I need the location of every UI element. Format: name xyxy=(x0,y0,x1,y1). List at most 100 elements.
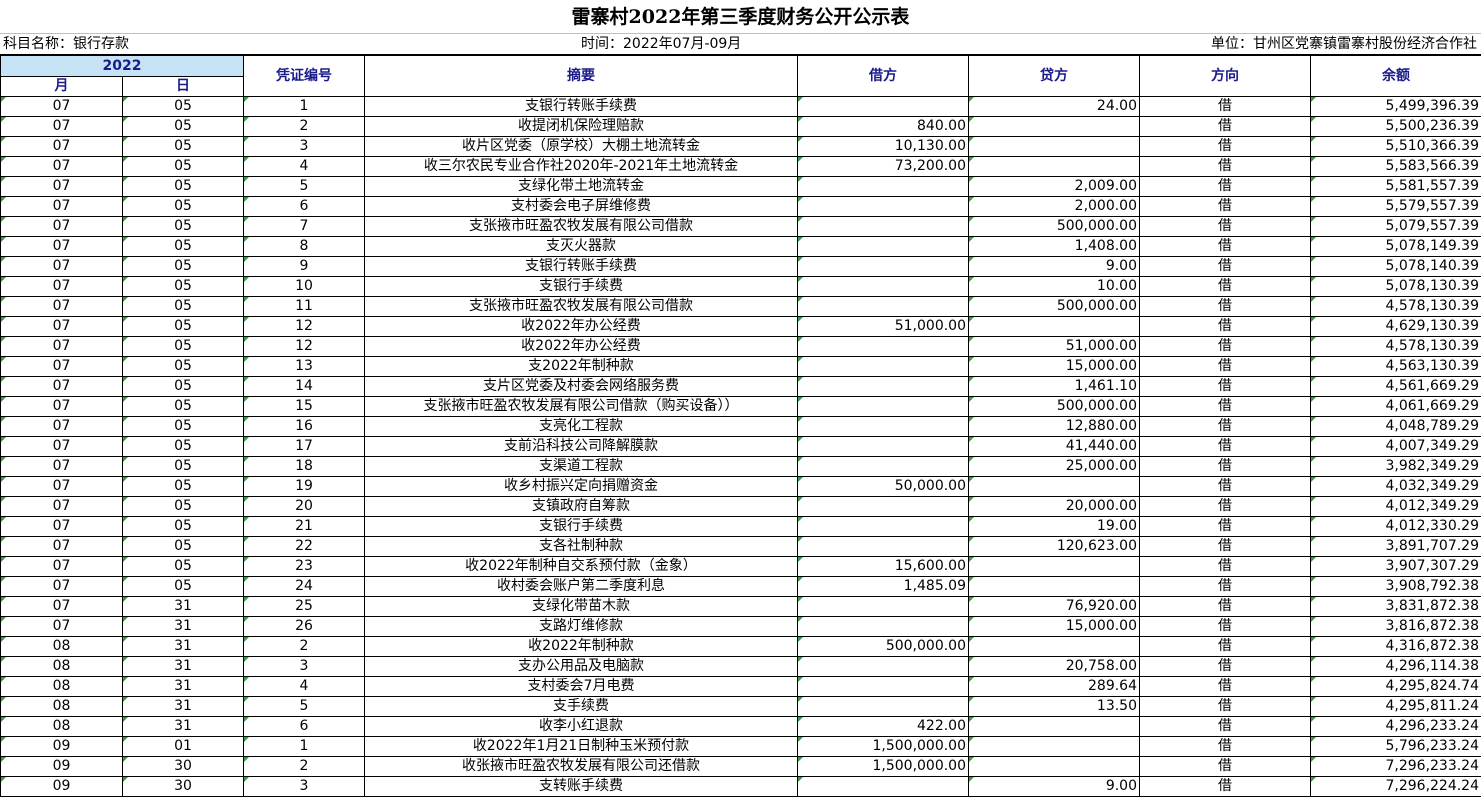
cell-month[interactable]: 07 xyxy=(0,376,123,397)
cell-debit[interactable] xyxy=(797,496,969,517)
cell-voucher[interactable]: 14 xyxy=(243,376,365,397)
cell-month[interactable]: 07 xyxy=(0,596,123,617)
cell-balance[interactable]: 4,296,114.38 xyxy=(1310,656,1481,677)
cell-credit[interactable] xyxy=(968,136,1140,157)
cell-day[interactable]: 05 xyxy=(122,136,244,157)
cell-month[interactable]: 09 xyxy=(0,736,123,757)
cell-day[interactable]: 05 xyxy=(122,296,244,317)
cell-direction[interactable]: 借 xyxy=(1139,436,1311,457)
cell-direction[interactable]: 借 xyxy=(1139,316,1311,337)
cell-summary[interactable]: 支灭火器款 xyxy=(364,236,798,257)
cell-day[interactable]: 31 xyxy=(122,656,244,677)
cell-month[interactable]: 08 xyxy=(0,656,123,677)
cell-month[interactable]: 07 xyxy=(0,276,123,297)
cell-summary[interactable]: 收村委会账户第二季度利息 xyxy=(364,576,798,597)
cell-debit[interactable] xyxy=(797,296,969,317)
cell-debit[interactable] xyxy=(797,196,969,217)
cell-month[interactable]: 07 xyxy=(0,336,123,357)
cell-balance[interactable]: 3,908,792.38 xyxy=(1310,576,1481,597)
cell-balance[interactable]: 5,499,396.39 xyxy=(1310,96,1481,117)
cell-debit[interactable] xyxy=(797,676,969,697)
cell-voucher[interactable]: 10 xyxy=(243,276,365,297)
cell-balance[interactable]: 4,061,669.29 xyxy=(1310,396,1481,417)
cell-summary[interactable]: 支绿化带苗木款 xyxy=(364,596,798,617)
cell-month[interactable]: 07 xyxy=(0,616,123,637)
cell-day[interactable]: 05 xyxy=(122,376,244,397)
cell-day[interactable]: 05 xyxy=(122,456,244,477)
cell-day[interactable]: 05 xyxy=(122,416,244,437)
cell-summary[interactable]: 收片区党委（原学校）大棚土地流转金 xyxy=(364,136,798,157)
cell-day[interactable]: 31 xyxy=(122,696,244,717)
cell-direction[interactable]: 借 xyxy=(1139,236,1311,257)
cell-month[interactable]: 08 xyxy=(0,716,123,737)
cell-debit[interactable] xyxy=(797,696,969,717)
cell-summary[interactable]: 支村委会电子屏维修费 xyxy=(364,196,798,217)
cell-credit[interactable]: 9.00 xyxy=(968,776,1140,797)
header-voucher[interactable]: 凭证编号 xyxy=(243,55,365,97)
cell-balance[interactable]: 4,012,349.29 xyxy=(1310,496,1481,517)
cell-debit[interactable] xyxy=(797,336,969,357)
cell-direction[interactable]: 借 xyxy=(1139,196,1311,217)
cell-direction[interactable]: 借 xyxy=(1139,576,1311,597)
cell-direction[interactable]: 借 xyxy=(1139,276,1311,297)
cell-voucher[interactable]: 4 xyxy=(243,156,365,177)
cell-day[interactable]: 31 xyxy=(122,616,244,637)
cell-month[interactable]: 07 xyxy=(0,476,123,497)
cell-voucher[interactable]: 25 xyxy=(243,596,365,617)
cell-summary[interactable]: 支手续费 xyxy=(364,696,798,717)
cell-day[interactable]: 05 xyxy=(122,256,244,277)
cell-summary[interactable]: 支张掖市旺盈农牧发展有限公司借款 xyxy=(364,216,798,237)
cell-voucher[interactable]: 2 xyxy=(243,636,365,657)
cell-balance[interactable]: 5,581,557.39 xyxy=(1310,176,1481,197)
cell-balance[interactable]: 5,510,366.39 xyxy=(1310,136,1481,157)
cell-debit[interactable]: 500,000.00 xyxy=(797,636,969,657)
cell-debit[interactable] xyxy=(797,96,969,117)
cell-summary[interactable]: 收张掖市旺盈农牧发展有限公司还借款 xyxy=(364,756,798,777)
cell-day[interactable]: 05 xyxy=(122,196,244,217)
cell-summary[interactable]: 收李小红退款 xyxy=(364,716,798,737)
cell-direction[interactable]: 借 xyxy=(1139,456,1311,477)
cell-direction[interactable]: 借 xyxy=(1139,296,1311,317)
cell-direction[interactable]: 借 xyxy=(1139,676,1311,697)
cell-balance[interactable]: 5,078,149.39 xyxy=(1310,236,1481,257)
cell-voucher[interactable]: 3 xyxy=(243,776,365,797)
cell-summary[interactable]: 支张掖市旺盈农牧发展有限公司借款（购买设备）） xyxy=(364,396,798,417)
cell-balance[interactable]: 4,578,130.39 xyxy=(1310,296,1481,317)
cell-debit[interactable]: 51,000.00 xyxy=(797,316,969,337)
cell-credit[interactable]: 15,000.00 xyxy=(968,356,1140,377)
cell-balance[interactable]: 5,500,236.39 xyxy=(1310,116,1481,137)
cell-balance[interactable]: 5,078,140.39 xyxy=(1310,256,1481,277)
cell-voucher[interactable]: 2 xyxy=(243,756,365,777)
cell-day[interactable]: 05 xyxy=(122,516,244,537)
cell-credit[interactable]: 2,009.00 xyxy=(968,176,1140,197)
cell-summary[interactable]: 收2022年1月21日制种玉米预付款 xyxy=(364,736,798,757)
cell-summary[interactable]: 收2022年制种自交系预付款（金象） xyxy=(364,556,798,577)
cell-direction[interactable]: 借 xyxy=(1139,616,1311,637)
cell-voucher[interactable]: 9 xyxy=(243,256,365,277)
cell-summary[interactable]: 支银行手续费 xyxy=(364,516,798,537)
cell-day[interactable]: 05 xyxy=(122,96,244,117)
cell-direction[interactable]: 借 xyxy=(1139,96,1311,117)
cell-debit[interactable] xyxy=(797,216,969,237)
cell-direction[interactable]: 借 xyxy=(1139,696,1311,717)
cell-summary[interactable]: 支路灯维修款 xyxy=(364,616,798,637)
cell-credit[interactable]: 2,000.00 xyxy=(968,196,1140,217)
cell-voucher[interactable]: 6 xyxy=(243,716,365,737)
cell-balance[interactable]: 5,583,566.39 xyxy=(1310,156,1481,177)
cell-month[interactable]: 07 xyxy=(0,136,123,157)
cell-month[interactable]: 08 xyxy=(0,696,123,717)
cell-day[interactable]: 05 xyxy=(122,576,244,597)
cell-month[interactable]: 07 xyxy=(0,176,123,197)
cell-direction[interactable]: 借 xyxy=(1139,596,1311,617)
cell-balance[interactable]: 4,048,789.29 xyxy=(1310,416,1481,437)
cell-voucher[interactable]: 1 xyxy=(243,736,365,757)
cell-credit[interactable]: 12,880.00 xyxy=(968,416,1140,437)
cell-debit[interactable] xyxy=(797,456,969,477)
cell-direction[interactable]: 借 xyxy=(1139,356,1311,377)
cell-month[interactable]: 07 xyxy=(0,576,123,597)
cell-direction[interactable]: 借 xyxy=(1139,656,1311,677)
cell-month[interactable]: 07 xyxy=(0,416,123,437)
cell-summary[interactable]: 支办公用品及电脑款 xyxy=(364,656,798,677)
cell-summary[interactable]: 收2022年制种款 xyxy=(364,636,798,657)
cell-voucher[interactable]: 24 xyxy=(243,576,365,597)
